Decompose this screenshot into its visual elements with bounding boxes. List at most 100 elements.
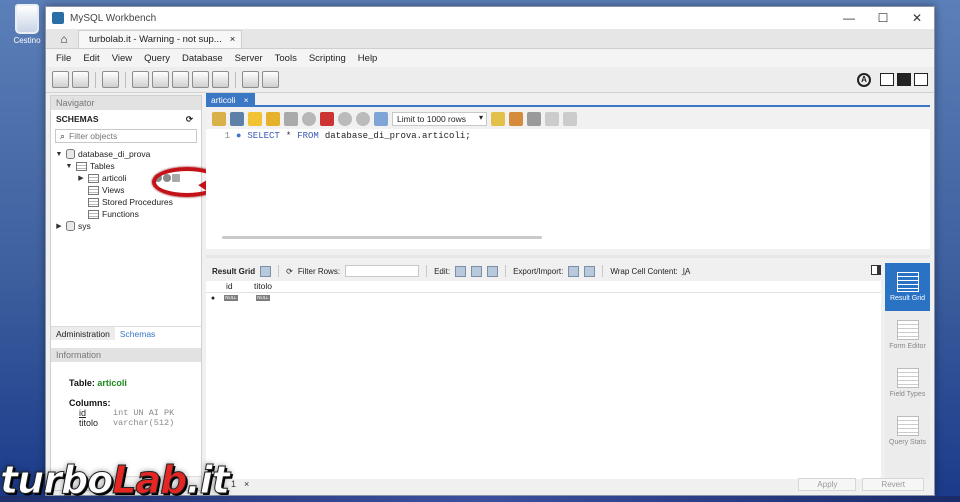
panel-splitter[interactable] — [206, 255, 930, 258]
save-icon[interactable] — [230, 112, 244, 126]
column-header-id[interactable]: id — [220, 281, 248, 292]
find-icon[interactable] — [526, 112, 541, 126]
open-sql-icon[interactable] — [72, 71, 89, 88]
title-bar: MySQL Workbench — ☐ ✕ — [46, 7, 934, 29]
grid-icon[interactable] — [260, 265, 272, 277]
search-table-data-icon[interactable] — [242, 71, 259, 88]
minimize-button[interactable]: — — [832, 11, 866, 25]
navigator-panel: Navigator SCHEMAS ⟳ ⌕ ▼ database_di_prov… — [50, 95, 222, 491]
toggle-output-icon[interactable] — [897, 73, 911, 86]
new-sql-tab-icon[interactable] — [52, 71, 69, 88]
word-wrap-icon[interactable] — [562, 112, 577, 126]
insert-row-icon[interactable] — [471, 265, 483, 277]
close-icon[interactable]: × — [244, 95, 249, 105]
null-badge[interactable]: NULL — [224, 295, 238, 301]
execute-current-icon[interactable] — [266, 112, 280, 126]
result-grid[interactable]: id titolo ● NULL NULL — [206, 281, 881, 479]
commit-icon[interactable] — [338, 112, 352, 126]
create-view-icon[interactable] — [172, 71, 189, 88]
create-procedure-icon[interactable] — [192, 71, 209, 88]
menu-file[interactable]: File — [50, 53, 77, 64]
toggle-sidebar-icon[interactable] — [880, 73, 894, 86]
menu-tools[interactable]: Tools — [269, 53, 303, 64]
side-field-types-button[interactable]: Field Types — [885, 359, 930, 407]
tab-schemas[interactable]: Schemas — [114, 327, 161, 340]
refresh-icon[interactable]: ⟳ — [186, 110, 193, 128]
create-table-icon[interactable] — [152, 71, 169, 88]
schemas-header: SCHEMAS ⟳ — [51, 110, 201, 128]
chevron-right-icon[interactable]: ▶ — [55, 222, 63, 230]
execute-icon[interactable] — [248, 112, 262, 126]
close-icon[interactable]: × — [230, 34, 236, 45]
wrap-cell-icon[interactable]: I̲A — [683, 267, 691, 276]
create-function-icon[interactable] — [212, 71, 229, 88]
column-type: varchar(512) — [113, 418, 175, 428]
home-tab[interactable]: ⌂ — [50, 30, 78, 48]
menu-edit[interactable]: Edit — [77, 53, 105, 64]
sql-editor[interactable]: 1 ● SELECT * FROM database_di_prova.arti… — [206, 129, 930, 249]
recycle-bin-icon[interactable]: Cestino — [8, 4, 46, 45]
functions-icon — [88, 209, 99, 219]
import-icon[interactable] — [584, 265, 596, 277]
menu-view[interactable]: View — [106, 53, 138, 64]
information-header: Information — [51, 348, 201, 362]
create-schema-icon[interactable] — [132, 71, 149, 88]
null-badge[interactable]: NULL — [256, 295, 270, 301]
edit-label: Edit: — [434, 266, 451, 276]
open-file-icon[interactable] — [212, 112, 226, 126]
inspector-icon[interactable] — [102, 71, 119, 88]
chevron-right-icon[interactable]: ▶ — [77, 174, 85, 182]
export-icon[interactable] — [568, 265, 580, 277]
limit-rows-select[interactable]: Limit to 1000 rows — [392, 112, 487, 126]
tree-db-row[interactable]: ▼ database_di_prova — [51, 148, 201, 160]
close-button[interactable]: ✕ — [900, 11, 934, 25]
refresh-icon[interactable]: ⟳ — [286, 267, 293, 276]
tree-functions-row[interactable]: Functions — [51, 208, 201, 220]
filter-objects-field[interactable]: ⌕ — [55, 129, 197, 143]
sql-from: FROM — [297, 131, 319, 141]
maximize-button[interactable]: ☐ — [866, 11, 900, 25]
menu-scripting[interactable]: Scripting — [303, 53, 352, 64]
menu-database[interactable]: Database — [176, 53, 229, 64]
toggle-error-icon[interactable] — [320, 112, 334, 126]
horizontal-scrollbar[interactable] — [222, 236, 542, 239]
bookmark-icon[interactable] — [490, 112, 505, 126]
menu-server[interactable]: Server — [229, 53, 269, 64]
tree-sys-row[interactable]: ▶ sys — [51, 220, 201, 232]
delete-row-icon[interactable] — [487, 265, 499, 277]
menu-help[interactable]: Help — [352, 53, 384, 64]
reconnect-icon[interactable] — [262, 71, 279, 88]
tab-articoli[interactable]: articoli × — [206, 93, 255, 107]
side-form-editor-button[interactable]: Form Editor — [885, 311, 930, 359]
revert-button[interactable]: Revert — [862, 477, 924, 491]
invisible-chars-icon[interactable] — [544, 112, 559, 126]
column-header-titolo[interactable]: titolo — [248, 281, 288, 292]
toggle-panel-icon[interactable] — [871, 265, 881, 275]
filter-rows-input[interactable] — [345, 265, 420, 277]
apply-button[interactable]: Apply — [798, 477, 857, 491]
table-label: Table: — [69, 378, 95, 388]
stop-icon[interactable] — [302, 112, 316, 126]
tab-administration[interactable]: Administration — [51, 327, 115, 340]
menu-query[interactable]: Query — [138, 53, 176, 64]
toolbar-divider — [125, 71, 126, 88]
search-icon: ⌕ — [60, 130, 66, 141]
table-row[interactable]: ● NULL NULL — [206, 293, 881, 303]
navigator-tabs: Administration Schemas — [51, 326, 201, 340]
settings-gear-icon[interactable]: A — [857, 72, 871, 87]
side-query-stats-button[interactable]: Query Stats — [885, 407, 930, 455]
sql-star: * — [285, 131, 292, 141]
tab-connection[interactable]: turbolab.it - Warning - not sup... × — [78, 30, 243, 48]
navigator-header: Navigator — [51, 96, 201, 110]
chevron-down-icon[interactable]: ▼ — [55, 151, 63, 158]
toggle-secondary-sidebar-icon[interactable] — [914, 73, 928, 86]
beautify-icon[interactable] — [508, 112, 523, 126]
chevron-down-icon[interactable]: ▼ — [65, 163, 73, 170]
side-result-grid-button[interactable]: Result Grid — [885, 263, 930, 311]
autocommit-icon[interactable] — [374, 112, 388, 126]
tree-procedures-row[interactable]: Stored Procedures — [51, 196, 201, 208]
edit-row-icon[interactable] — [455, 265, 467, 277]
rollback-icon[interactable] — [356, 112, 370, 126]
filter-input[interactable] — [69, 131, 190, 141]
explain-icon[interactable] — [284, 112, 298, 126]
